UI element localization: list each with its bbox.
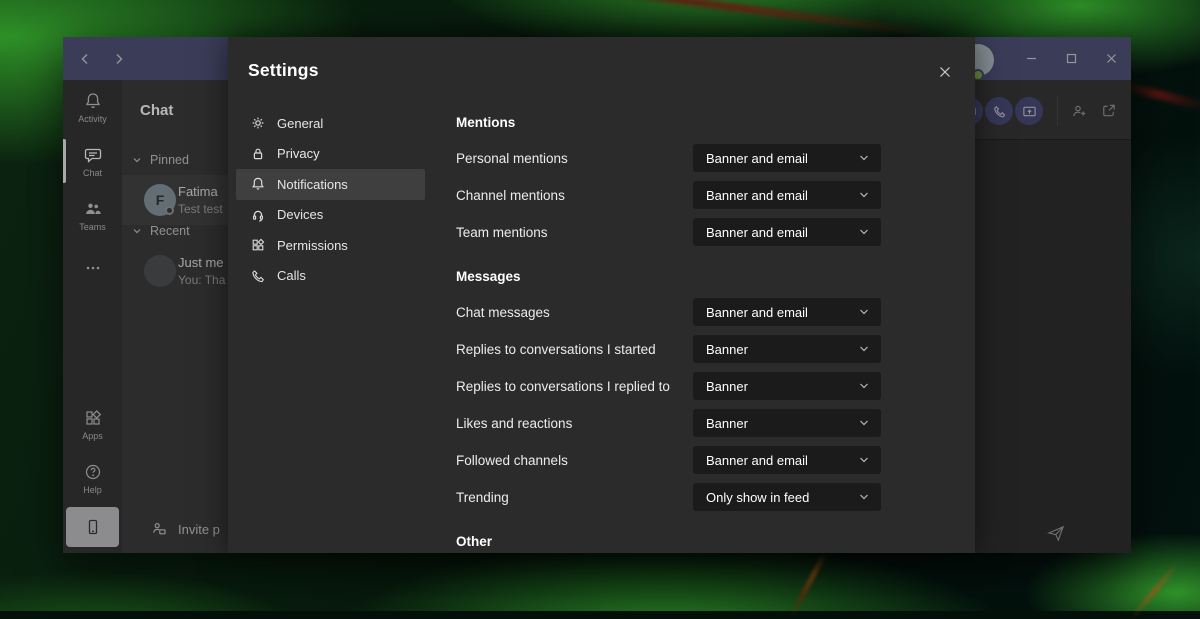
settings-nav-permissions[interactable]: Permissions: [236, 230, 425, 261]
nav-label: General: [277, 116, 323, 131]
nav-label: Calls: [277, 268, 306, 283]
chevron-down-icon: [858, 417, 870, 429]
setting-label: Followed channels: [456, 453, 568, 468]
replies-started-dropdown[interactable]: Banner: [693, 335, 881, 363]
setting-label: Channel mentions: [456, 188, 565, 203]
section-heading-other: Other: [456, 534, 492, 549]
setting-label: Replies to conversations I started: [456, 342, 656, 357]
chevron-down-icon: [858, 306, 870, 318]
setting-row: Replies to conversations I replied to Ba…: [456, 372, 881, 400]
wallpaper-red-streak: [1124, 82, 1200, 111]
chat-messages-dropdown[interactable]: Banner and email: [693, 298, 881, 326]
nav-label: Permissions: [277, 238, 348, 253]
setting-label: Team mentions: [456, 225, 548, 240]
chevron-down-icon: [858, 491, 870, 503]
chevron-down-icon: [858, 189, 870, 201]
gear-icon: [250, 115, 266, 131]
setting-label: Replies to conversations I replied to: [456, 379, 670, 394]
settings-nav-devices[interactable]: Devices: [236, 200, 425, 231]
followed-channels-dropdown[interactable]: Banner and email: [693, 446, 881, 474]
settings-nav-calls[interactable]: Calls: [236, 261, 425, 292]
settings-nav: General Privacy Notifications Devices Pe…: [236, 108, 425, 291]
section-heading-mentions: Mentions: [456, 115, 515, 130]
setting-label: Chat messages: [456, 305, 550, 320]
nav-label: Privacy: [277, 146, 320, 161]
nav-label: Notifications: [277, 177, 348, 192]
wallpaper-red-streak: [472, 0, 939, 38]
close-settings-button[interactable]: [930, 58, 960, 86]
team-mentions-dropdown[interactable]: Banner and email: [693, 218, 881, 246]
settings-title: Settings: [248, 60, 319, 81]
settings-nav-notifications[interactable]: Notifications: [236, 169, 425, 200]
setting-row: Followed channels Banner and email: [456, 446, 881, 474]
setting-label: Trending: [456, 490, 509, 505]
chevron-down-icon: [858, 454, 870, 466]
setting-label: Personal mentions: [456, 151, 568, 166]
permissions-icon: [250, 237, 266, 253]
settings-nav-privacy[interactable]: Privacy: [236, 139, 425, 170]
setting-row: Replies to conversations I started Banne…: [456, 335, 881, 363]
settings-nav-general[interactable]: General: [236, 108, 425, 139]
chevron-down-icon: [858, 343, 870, 355]
setting-row: Team mentions Banner and email: [456, 218, 881, 246]
replies-replied-dropdown[interactable]: Banner: [693, 372, 881, 400]
setting-label: Likes and reactions: [456, 416, 572, 431]
wallpaper-orange-streak: [789, 551, 827, 617]
teams-window: Activity Chat Teams Apps Help Chat: [63, 37, 1131, 553]
chevron-down-icon: [858, 380, 870, 392]
setting-row: Channel mentions Banner and email: [456, 181, 881, 209]
headset-icon: [250, 207, 266, 223]
section-heading-messages: Messages: [456, 269, 521, 284]
bell-icon: [250, 176, 266, 192]
setting-row: Chat messages Banner and email: [456, 298, 881, 326]
chevron-down-icon: [858, 226, 870, 238]
chevron-down-icon: [858, 152, 870, 164]
settings-modal: Settings General Privacy Notifications D…: [228, 37, 975, 553]
setting-row: Personal mentions Banner and email: [456, 144, 881, 172]
nav-label: Devices: [277, 207, 323, 222]
close-icon: [938, 65, 952, 79]
lock-icon: [250, 146, 266, 162]
setting-row: Trending Only show in feed: [456, 483, 881, 511]
setting-row: Likes and reactions Banner: [456, 409, 881, 437]
channel-mentions-dropdown[interactable]: Banner and email: [693, 181, 881, 209]
trending-dropdown[interactable]: Only show in feed: [693, 483, 881, 511]
likes-reactions-dropdown[interactable]: Banner: [693, 409, 881, 437]
phone-icon: [250, 268, 266, 284]
personal-mentions-dropdown[interactable]: Banner and email: [693, 144, 881, 172]
